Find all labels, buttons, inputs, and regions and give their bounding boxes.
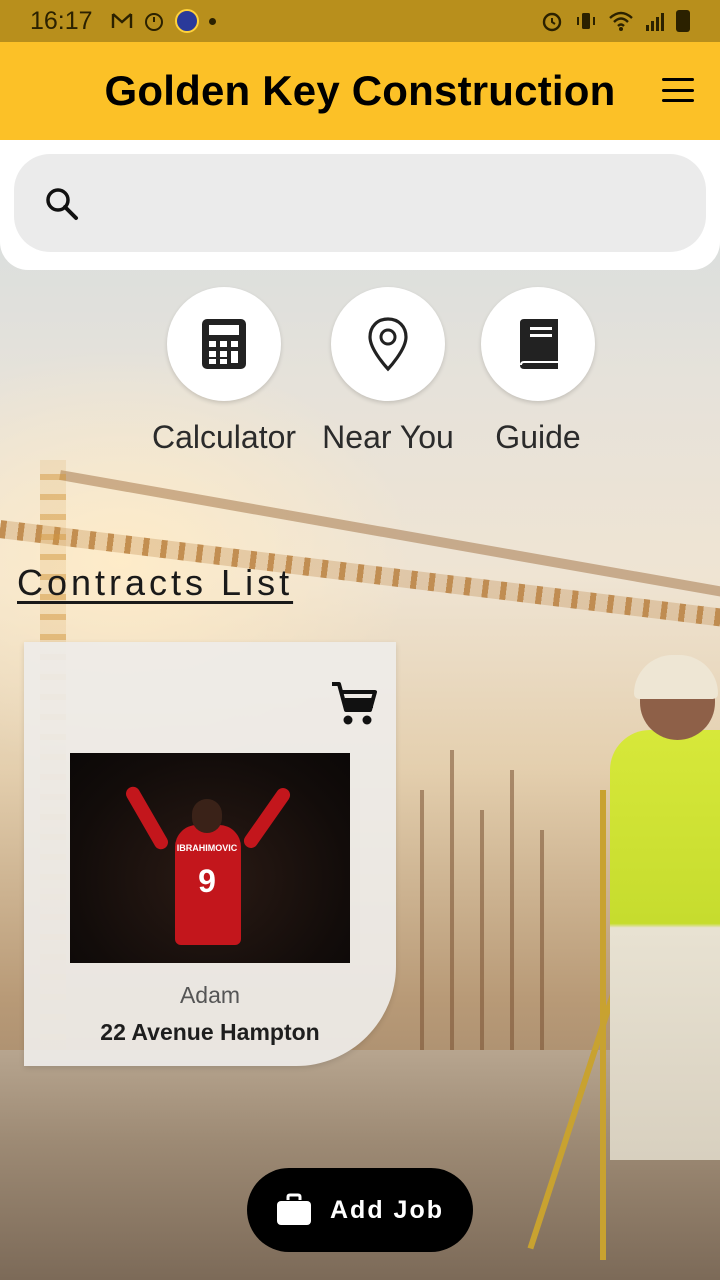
quick-action-near-you[interactable]: Near You (318, 287, 458, 456)
location-pin-icon (368, 317, 408, 372)
cart-icon[interactable] (330, 680, 378, 728)
vibrate-icon (577, 13, 595, 29)
player-arm (241, 785, 293, 851)
near-you-label: Near You (322, 419, 454, 455)
rebar (510, 770, 514, 1090)
rebar (420, 790, 424, 1090)
jersey-number: 9 (198, 863, 216, 899)
status-time: 16:17 (30, 6, 93, 35)
dot-icon (208, 17, 216, 25)
quick-action-calculator[interactable]: Calculator (148, 287, 300, 456)
add-job-label: Add Job (330, 1195, 444, 1224)
status-right-icons (540, 9, 690, 33)
guide-label: Guide (495, 419, 581, 455)
guide-button[interactable] (481, 287, 595, 401)
timer-icon (144, 13, 163, 31)
calculator-label: Calculator (151, 419, 297, 455)
status-left-icons (111, 9, 216, 33)
hamburger-menu-icon[interactable] (662, 78, 694, 102)
search-icon (46, 188, 78, 220)
wifi-icon (609, 11, 633, 31)
search-input[interactable] (14, 154, 706, 252)
globe-icon (174, 9, 199, 33)
contract-owner: Adam (179, 982, 241, 1008)
near-you-button[interactable] (331, 287, 445, 401)
contracts-list-heading[interactable]: Contracts List (17, 562, 293, 604)
signal-icon (646, 13, 664, 31)
app-title: Golden Key Construction (104, 67, 616, 114)
contract-card[interactable]: IBRAHIMOVIC 9 Adam 22 Avenue Hampton (24, 642, 396, 1066)
book-icon (520, 319, 558, 369)
worker-helmet (634, 655, 718, 699)
contract-address: 22 Avenue Hampton (100, 1019, 320, 1045)
calculator-icon (202, 319, 246, 369)
app-bar: Golden Key Construction (0, 42, 720, 140)
alarm-icon (542, 12, 562, 32)
search-panel (0, 140, 720, 270)
contract-image: IBRAHIMOVIC 9 (70, 753, 350, 963)
status-bar: 16:17 (0, 0, 720, 42)
tripod-leg (600, 790, 606, 1260)
add-job-button[interactable]: Add Job (247, 1168, 473, 1252)
player-head (192, 799, 222, 833)
calculator-button[interactable] (167, 287, 281, 401)
gmail-icon (111, 13, 132, 28)
rebar (450, 750, 454, 1090)
quick-action-guide[interactable]: Guide (474, 287, 602, 456)
briefcase-icon (277, 1193, 311, 1225)
rebar (480, 810, 484, 1090)
player-arm (123, 784, 171, 852)
jersey-name: IBRAHIMOVIC (176, 843, 238, 853)
battery-icon (676, 10, 690, 32)
worker-figure (610, 730, 720, 1160)
